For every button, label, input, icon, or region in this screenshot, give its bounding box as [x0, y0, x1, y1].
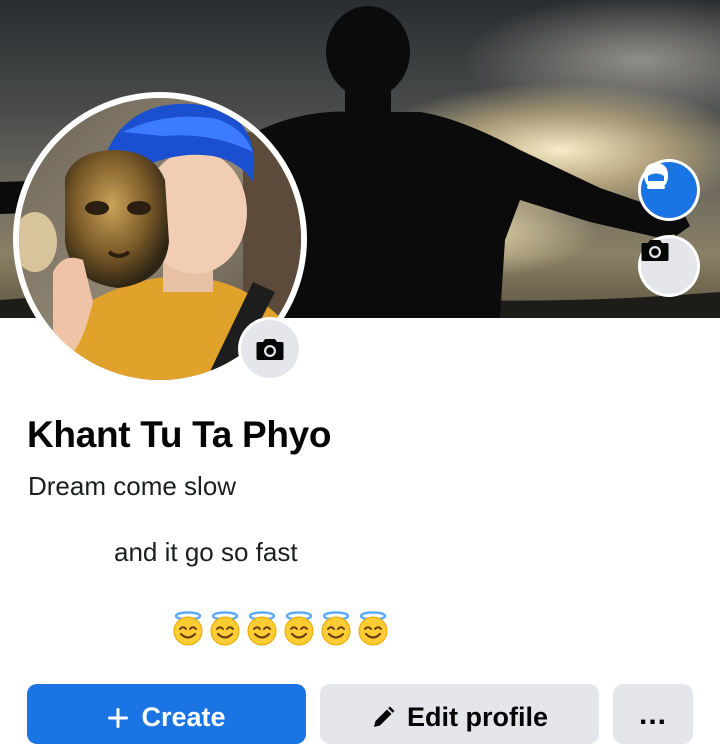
- smiling-face-with-halo-icon: [247, 611, 277, 646]
- bio-emoji-row: [172, 611, 389, 646]
- create-button[interactable]: Create: [27, 684, 306, 744]
- edit-cover-photo-button[interactable]: [641, 238, 697, 294]
- more-dots-icon: ...: [638, 698, 667, 731]
- camera-icon: [641, 240, 669, 261]
- bio-line-1: Dream come slow: [28, 471, 237, 501]
- smiling-face-with-halo-icon: [358, 611, 388, 646]
- pencil-icon: [374, 706, 395, 727]
- bio-line-2: and it go so fast: [114, 537, 298, 567]
- avatar-button[interactable]: [641, 162, 697, 218]
- smiling-face-with-halo-icon: [284, 611, 314, 646]
- edit-profile-photo-button[interactable]: [241, 320, 299, 378]
- avatar-icon: [644, 163, 668, 189]
- smiling-face-with-halo-icon: [173, 611, 203, 646]
- camera-icon: [256, 339, 284, 360]
- profile-name: Khant Tu Ta Phyo: [27, 414, 332, 455]
- edit-profile-button-label: Edit profile: [407, 702, 548, 732]
- edit-profile-button[interactable]: Edit profile: [320, 684, 599, 744]
- create-button-label: Create: [141, 702, 226, 732]
- smiling-face-with-halo-icon: [210, 611, 240, 646]
- smiling-face-with-halo-icon: [321, 611, 351, 646]
- more-options-button[interactable]: ...: [613, 684, 693, 744]
- plus-icon: [108, 707, 129, 728]
